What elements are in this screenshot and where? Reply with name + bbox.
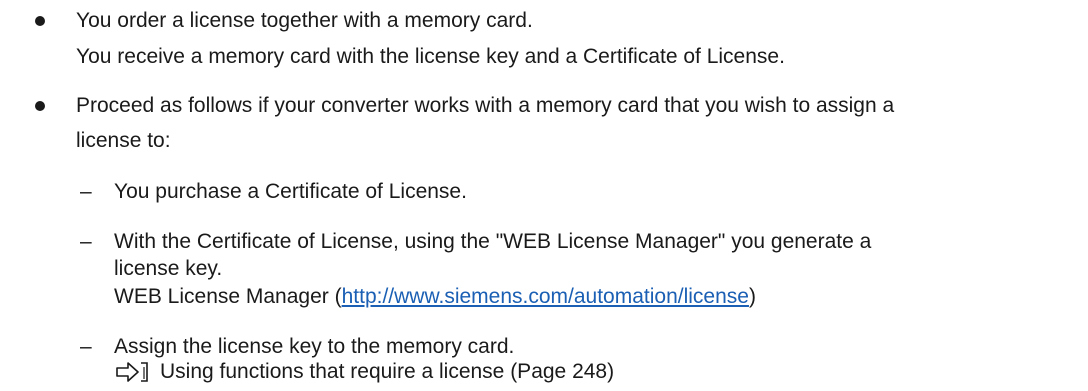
step-1-dash: – [80, 180, 92, 203]
step-3-dash: – [80, 335, 92, 358]
step-2-dash: – [80, 230, 92, 253]
bullet-1-line-1: You order a license together with a memo… [76, 9, 533, 32]
cross-reference-icon [116, 362, 148, 382]
step-2-line-2: license key. [114, 257, 223, 280]
link-prefix: WEB License Manager ( [114, 285, 342, 308]
link-suffix: ) [748, 285, 756, 308]
step-2-link-line: WEB License Manager (http://www.siemens.… [114, 284, 756, 310]
bullet-1-line-2: You receive a memory card with the licen… [76, 45, 785, 68]
bullet-2 [35, 101, 45, 111]
step-1-line-1: You purchase a Certificate of License. [114, 180, 467, 203]
bullet-2-line-1: Proceed as follows if your converter wor… [76, 94, 895, 117]
bullet-2-line-2: license to: [76, 129, 171, 152]
bullet-1 [35, 16, 45, 26]
step-3-line-1: Assign the license key to the memory car… [114, 335, 515, 358]
page-reference-link[interactable]: Using functions that require a license (… [160, 359, 614, 385]
step-2-line-1: With the Certificate of License, using t… [114, 230, 872, 253]
web-license-manager-link[interactable]: http://www.siemens.com/automation/licens… [342, 285, 749, 308]
